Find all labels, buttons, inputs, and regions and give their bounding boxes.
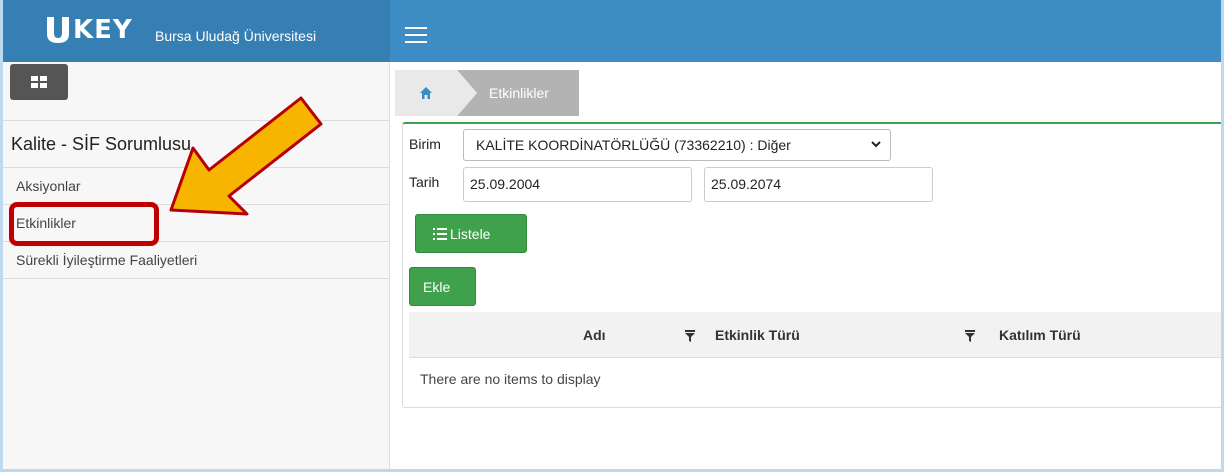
column-etkinlik-turu[interactable]: Etkinlik Türü: [715, 312, 800, 358]
column-katilim-turu[interactable]: Katılım Türü: [999, 312, 1081, 358]
ukey-logo[interactable]: KEY: [45, 12, 133, 48]
breadcrumb-home[interactable]: [395, 70, 457, 116]
breadcrumb-current[interactable]: Etkinlikler: [457, 70, 579, 116]
add-button-label: Ekle: [423, 278, 451, 295]
sidebar-item-surekli-iyilestirme[interactable]: Sürekli İyileştirme Faaliyetleri: [3, 242, 390, 279]
chevron-down-icon: [871, 141, 881, 148]
filter-icon[interactable]: [685, 330, 695, 342]
end-date-input[interactable]: 25.09.2074: [704, 167, 933, 202]
birim-select[interactable]: KALİTE KOORDİNATÖRLÜĞÜ (73362210) : Diğe…: [463, 129, 891, 161]
list-icon: [433, 227, 447, 240]
apps-grid-button[interactable]: [10, 64, 68, 100]
grid-icon: [31, 76, 47, 88]
filter-panel: [402, 122, 1221, 408]
start-date-input[interactable]: 25.09.2004: [463, 167, 692, 202]
breadcrumb-label: Etkinlikler: [489, 85, 549, 101]
empty-table-message: There are no items to display: [420, 371, 601, 387]
add-button[interactable]: Ekle: [409, 267, 476, 306]
top-bar: KEY Bursa Uludağ Üniversitesi: [3, 0, 1221, 62]
highlight-annotation: [9, 202, 159, 246]
birim-selected-value: KALİTE KOORDİNATÖRLÜĞÜ (73362210) : Diğe…: [476, 137, 791, 153]
arrow-annotation-icon: [169, 96, 323, 216]
app-frame: KEY Bursa Uludağ Üniversitesi Kalite - S…: [0, 0, 1224, 472]
table-header: Adı Etkinlik Türü Katılım Türü: [409, 312, 1221, 358]
logo-text: KEY: [73, 15, 133, 45]
university-name: Bursa Uludağ Üniversitesi: [155, 28, 317, 44]
birim-label: Birim: [409, 136, 441, 152]
list-button[interactable]: Listele: [415, 214, 527, 253]
brand-area: KEY Bursa Uludağ Üniversitesi: [3, 0, 390, 62]
tarih-label: Tarih: [409, 174, 440, 190]
column-adi[interactable]: Adı: [583, 312, 606, 358]
ukey-logo-icon: [47, 17, 69, 43]
home-icon: [420, 87, 432, 99]
list-button-label: Listele: [450, 225, 491, 242]
menu-toggle-icon[interactable]: [405, 27, 427, 45]
filter-icon[interactable]: [965, 330, 975, 342]
